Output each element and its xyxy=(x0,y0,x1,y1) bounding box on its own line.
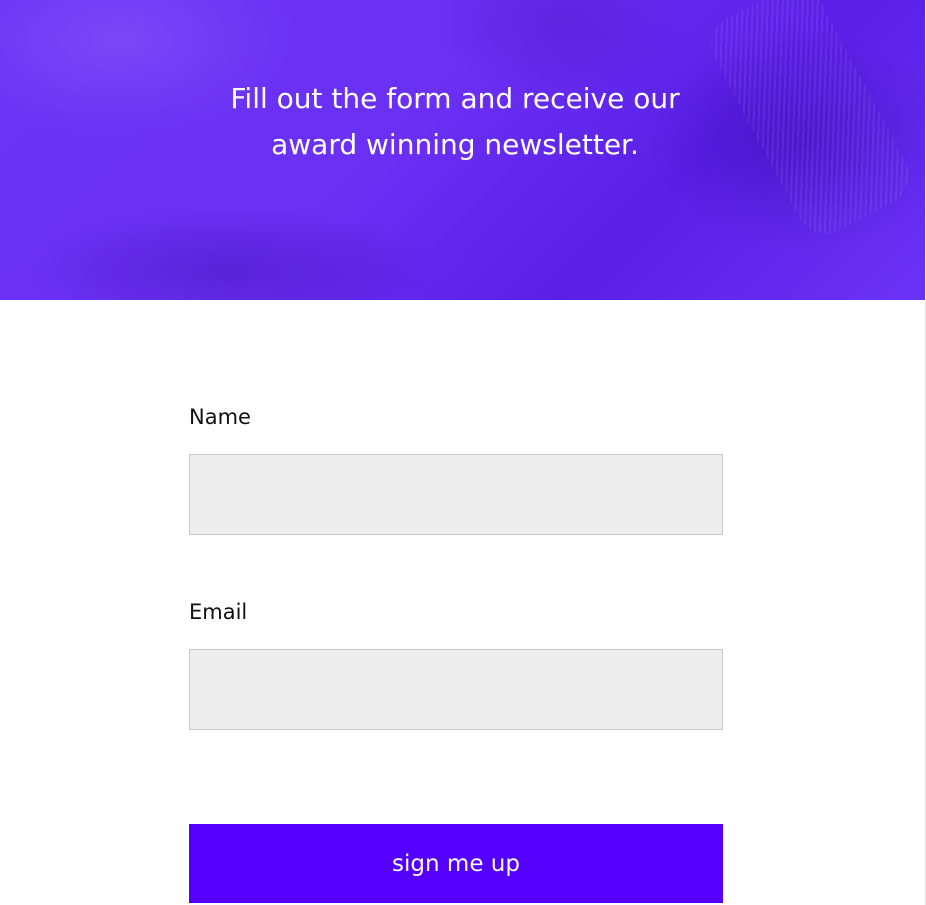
email-input[interactable] xyxy=(189,649,723,730)
email-label: Email xyxy=(189,600,248,624)
hero-heading-line-2: award winning newsletter. xyxy=(271,128,639,161)
hero-heading: Fill out the form and receive our award … xyxy=(180,76,730,168)
hero-banner: Fill out the form and receive our award … xyxy=(0,0,925,300)
name-label: Name xyxy=(189,405,251,429)
name-input[interactable] xyxy=(189,454,723,535)
hero-heading-line-1: Fill out the form and receive our xyxy=(230,82,680,115)
sign-up-button[interactable]: sign me up xyxy=(189,824,723,903)
